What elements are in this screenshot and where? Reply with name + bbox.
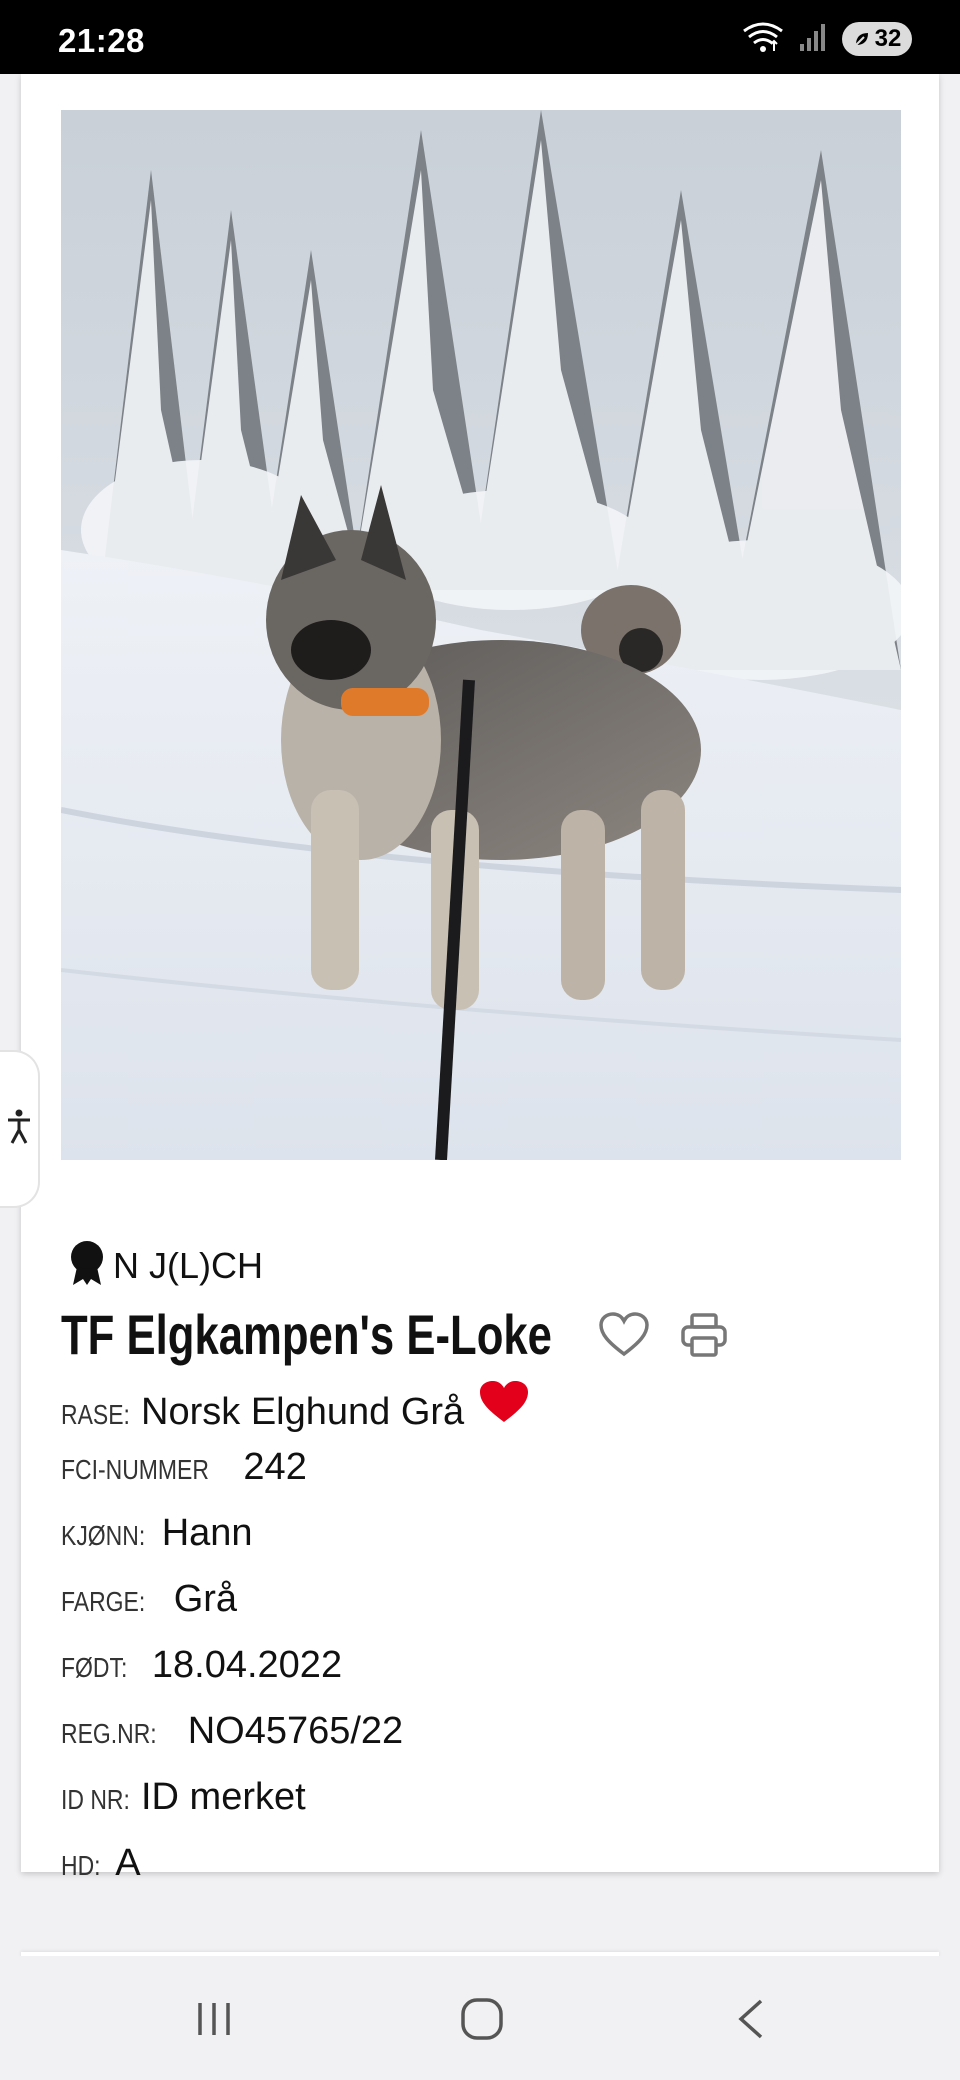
signal-icon bbox=[798, 22, 828, 57]
dog-photo[interactable] bbox=[61, 110, 901, 1160]
system-nav-bar bbox=[0, 1956, 960, 2080]
dog-card: N J(L)CH TF Elgkampen's E-Loke RASE: Nor… bbox=[21, 74, 939, 1884]
fci-value: 242 bbox=[243, 1446, 307, 1488]
info-row-fci: FCI-NUMMER 242 bbox=[61, 1446, 530, 1512]
fci-label: FCI-NUMMER bbox=[61, 1454, 209, 1485]
info-row-breed: RASE: Norsk Elghund Grå bbox=[61, 1380, 530, 1446]
idnr-label: ID NR: bbox=[61, 1784, 130, 1815]
info-row-hd: HD: A bbox=[61, 1842, 530, 1908]
idnr-value: ID merket bbox=[141, 1776, 306, 1818]
info-row-idnr: ID NR: ID merket bbox=[61, 1776, 530, 1842]
regnr-value: NO45765/22 bbox=[187, 1710, 404, 1752]
recent-apps-icon[interactable] bbox=[184, 1994, 244, 2044]
accessibility-button[interactable] bbox=[0, 1050, 40, 1208]
hd-label: HD: bbox=[61, 1850, 101, 1881]
born-value: 18.04.2022 bbox=[151, 1644, 343, 1686]
back-icon[interactable] bbox=[720, 1994, 780, 2044]
status-time: 21:28 bbox=[58, 22, 145, 59]
regnr-label: REG.NR: bbox=[61, 1718, 157, 1749]
color-value: Grå bbox=[173, 1578, 238, 1620]
dog-name: TF Elgkampen's E-Loke bbox=[61, 1303, 552, 1366]
sex-label: KJØNN: bbox=[61, 1520, 146, 1551]
home-icon[interactable] bbox=[452, 1994, 512, 2044]
info-row-color: FARGE: Grå bbox=[61, 1578, 530, 1644]
favorite-heart-outline-icon[interactable] bbox=[596, 1307, 652, 1363]
print-icon[interactable] bbox=[676, 1307, 732, 1363]
info-row-sex: KJØNN: Hann bbox=[61, 1512, 530, 1578]
dog-name-row: TF Elgkampen's E-Loke bbox=[61, 1302, 732, 1367]
wifi-icon bbox=[742, 21, 784, 58]
battery-indicator: 32 bbox=[842, 22, 912, 56]
born-label: FØDT: bbox=[61, 1652, 128, 1683]
info-row-born: FØDT: 18.04.2022 bbox=[61, 1644, 530, 1710]
hd-value: A bbox=[115, 1842, 141, 1884]
breed-label: RASE: bbox=[61, 1399, 130, 1430]
sex-value: Hann bbox=[161, 1512, 253, 1554]
status-bar: 21:28 32 bbox=[0, 0, 960, 74]
dog-info-list: RASE: Norsk Elghund Grå FCI-NUMMER 242 K… bbox=[61, 1380, 530, 1908]
info-row-regnr: REG.NR: NO45765/22 bbox=[61, 1710, 530, 1776]
status-icons: 32 bbox=[742, 22, 912, 56]
accessibility-icon bbox=[6, 1109, 32, 1150]
breed-heart-icon bbox=[478, 1380, 530, 1429]
color-label: FARGE: bbox=[61, 1586, 146, 1617]
breed-value[interactable]: Norsk Elghund Grå bbox=[141, 1391, 464, 1434]
dog-title-badge: N J(L)CH bbox=[67, 1239, 263, 1292]
champion-title: N J(L)CH bbox=[113, 1244, 263, 1286]
battery-saver-icon bbox=[854, 33, 868, 46]
award-rosette-icon bbox=[67, 1239, 107, 1292]
battery-level: 32 bbox=[874, 25, 902, 52]
